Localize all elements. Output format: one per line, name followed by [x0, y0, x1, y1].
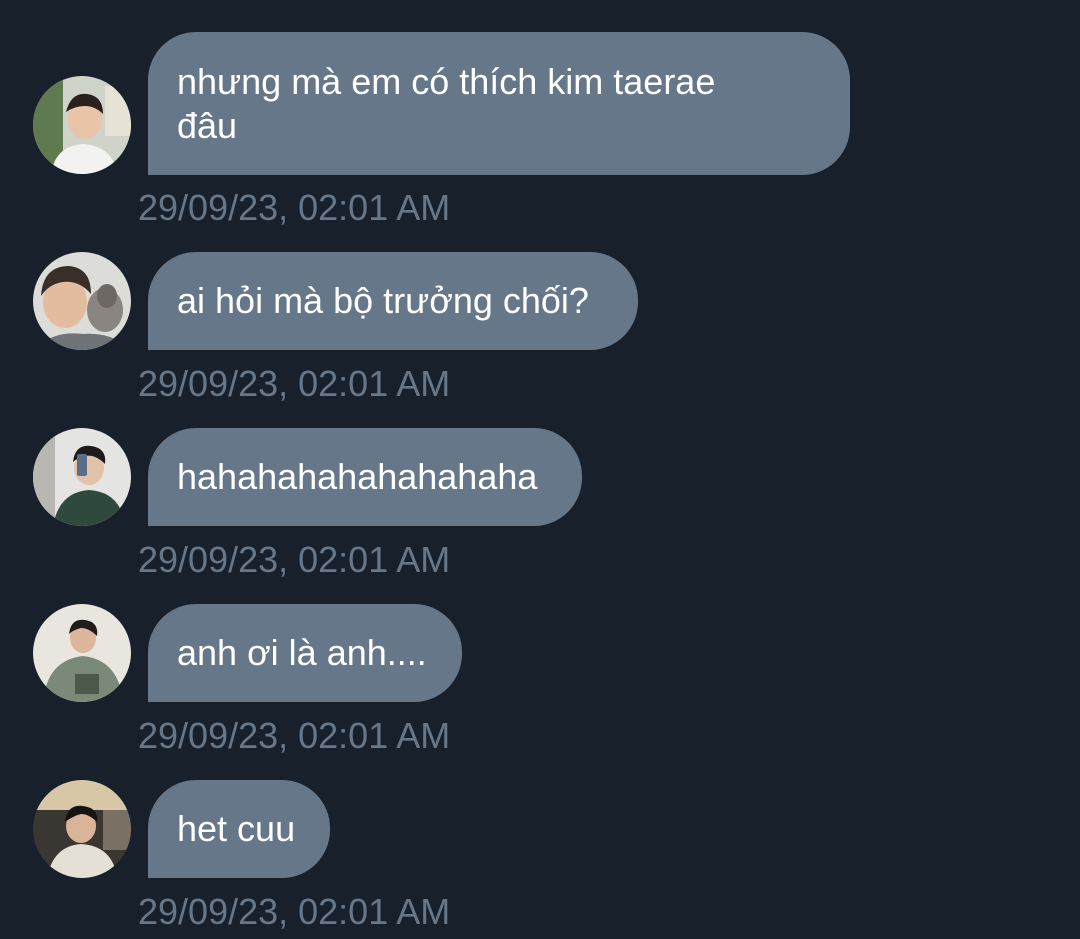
- message-text: anh ơi là anh....: [177, 632, 427, 673]
- avatar[interactable]: [33, 252, 131, 350]
- message-bubble[interactable]: ai hỏi mà bộ trưởng chối?: [148, 252, 638, 350]
- message-timestamp: 29/09/23, 02:01 AM: [138, 891, 451, 932]
- avatar[interactable]: [33, 428, 131, 526]
- avatar-photo-icon: [33, 428, 131, 526]
- message-bubble[interactable]: het cuu: [148, 780, 330, 878]
- dm-conversation: { "messages": [ {"text": "nhưng mà em có…: [0, 0, 1080, 939]
- avatar[interactable]: [33, 780, 131, 878]
- avatar-photo-icon: [33, 604, 131, 702]
- message-bubble[interactable]: anh ơi là anh....: [148, 604, 462, 702]
- message-timestamp: 29/09/23, 02:01 AM: [138, 363, 451, 404]
- message-text: het cuu: [177, 808, 296, 849]
- message-bubble[interactable]: nhưng mà em có thích kim taerae đâu: [148, 32, 850, 175]
- avatar[interactable]: [33, 76, 131, 174]
- message-bubble[interactable]: hahahahahahahahaha: [148, 428, 582, 526]
- avatar-photo-icon: [33, 76, 131, 174]
- message-timestamp: 29/09/23, 02:01 AM: [138, 715, 451, 756]
- avatar[interactable]: [33, 604, 131, 702]
- avatar-photo-icon: [33, 780, 131, 878]
- avatar-photo-icon: [33, 252, 131, 350]
- message-text: ai hỏi mà bộ trưởng chối?: [177, 280, 589, 321]
- message-timestamp: 29/09/23, 02:01 AM: [138, 187, 451, 228]
- message-text: hahahahahahahahaha: [177, 456, 538, 497]
- message-text: nhưng mà em có thích kim taerae đâu: [177, 60, 716, 146]
- message-timestamp: 29/09/23, 02:01 AM: [138, 539, 451, 580]
